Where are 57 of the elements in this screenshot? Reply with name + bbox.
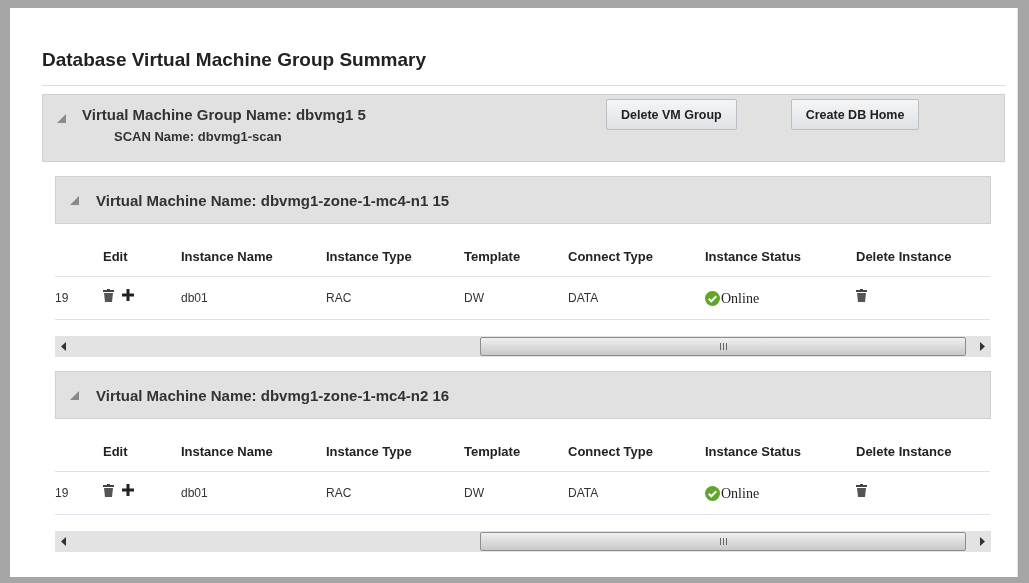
column-header: Instance Type [326,444,464,472]
table-cell: DATA [568,291,599,305]
virtual-machine-header[interactable]: Virtual Machine Name: dbvmg1-zone-1-mc4-n1 15 [55,176,991,224]
column-header: Connect Type [568,444,705,472]
table-cell: db01 [181,486,208,500]
scan-name: SCAN Name: dbvmg1-scan [114,129,283,144]
status-text: Online [721,291,760,307]
scroll-left-icon[interactable] [61,342,66,351]
add-icon[interactable] [122,289,134,301]
check-circle-icon [705,290,720,306]
virtual-machine-title: Virtual Machine Name: dbvmg1-zone-1-mc4-n2 16 [96,386,450,404]
status-text: Online [721,486,760,502]
expanded-triangle-icon[interactable] [70,390,79,400]
delete-group-button[interactable]: Delete VM Group [606,99,737,130]
row-number: 19 [55,291,69,305]
column-header: Template [464,249,568,277]
column-header: Edit [103,249,181,277]
table-cell: RAC [326,486,352,500]
scroll-right-icon[interactable] [980,342,985,351]
check-circle-icon [705,485,720,501]
table-cell: DW [464,486,484,500]
virtual-machine-header[interactable]: Virtual Machine Name: dbvmg1-zone-1-mc4-n2 16 [55,371,991,419]
scroll-left-icon[interactable] [61,537,66,546]
expanded-triangle-icon[interactable] [57,114,66,123]
expanded-triangle-icon[interactable] [70,195,79,205]
scrollbar-thumb[interactable] [480,337,966,356]
column-header: Edit [103,444,181,472]
horizontal-scrollbar[interactable] [55,336,991,357]
group-header[interactable]: Virtual Machine Group Name: dbvmg1 5 SCAN Name: dbvmg1-scan Delete VM Group Create DB Home [42,94,1005,162]
column-header: Connect Type [568,249,705,277]
trash-icon[interactable] [103,288,114,302]
column-header: Instance Name [181,249,326,277]
column-header: Instance Type [326,249,464,277]
column-header: Template [464,444,568,472]
table-cell: RAC [326,291,352,305]
scroll-right-icon[interactable] [980,537,985,546]
create-home-button[interactable]: Create DB Home [790,99,920,130]
trash-icon[interactable] [103,483,114,497]
grip-icon [719,538,727,545]
column-header: Instance Status [705,249,856,277]
virtual-machine-title: Virtual Machine Name: dbvmg1-zone-1-mc4-n1 15 [96,191,450,209]
column-header: Instance Status [705,444,856,472]
horizontal-scrollbar[interactable] [55,531,991,552]
table-cell: DW [464,291,484,305]
add-icon[interactable] [122,484,134,496]
group-name: Virtual Machine Group Name: dbvmg1 5 [82,106,367,123]
trash-icon[interactable] [856,288,867,302]
page-title: Database Virtual Machine Group Summary [42,8,1005,86]
table-cell: db01 [181,291,208,305]
grip-icon [719,343,727,350]
trash-icon[interactable] [856,483,867,497]
column-header: Delete Instance [856,444,990,472]
table-cell: DATA [568,486,599,500]
row-number: 19 [55,486,69,500]
column-header: Delete Instance [856,249,990,277]
scrollbar-thumb[interactable] [480,532,966,551]
column-header: Instance Name [181,444,326,472]
